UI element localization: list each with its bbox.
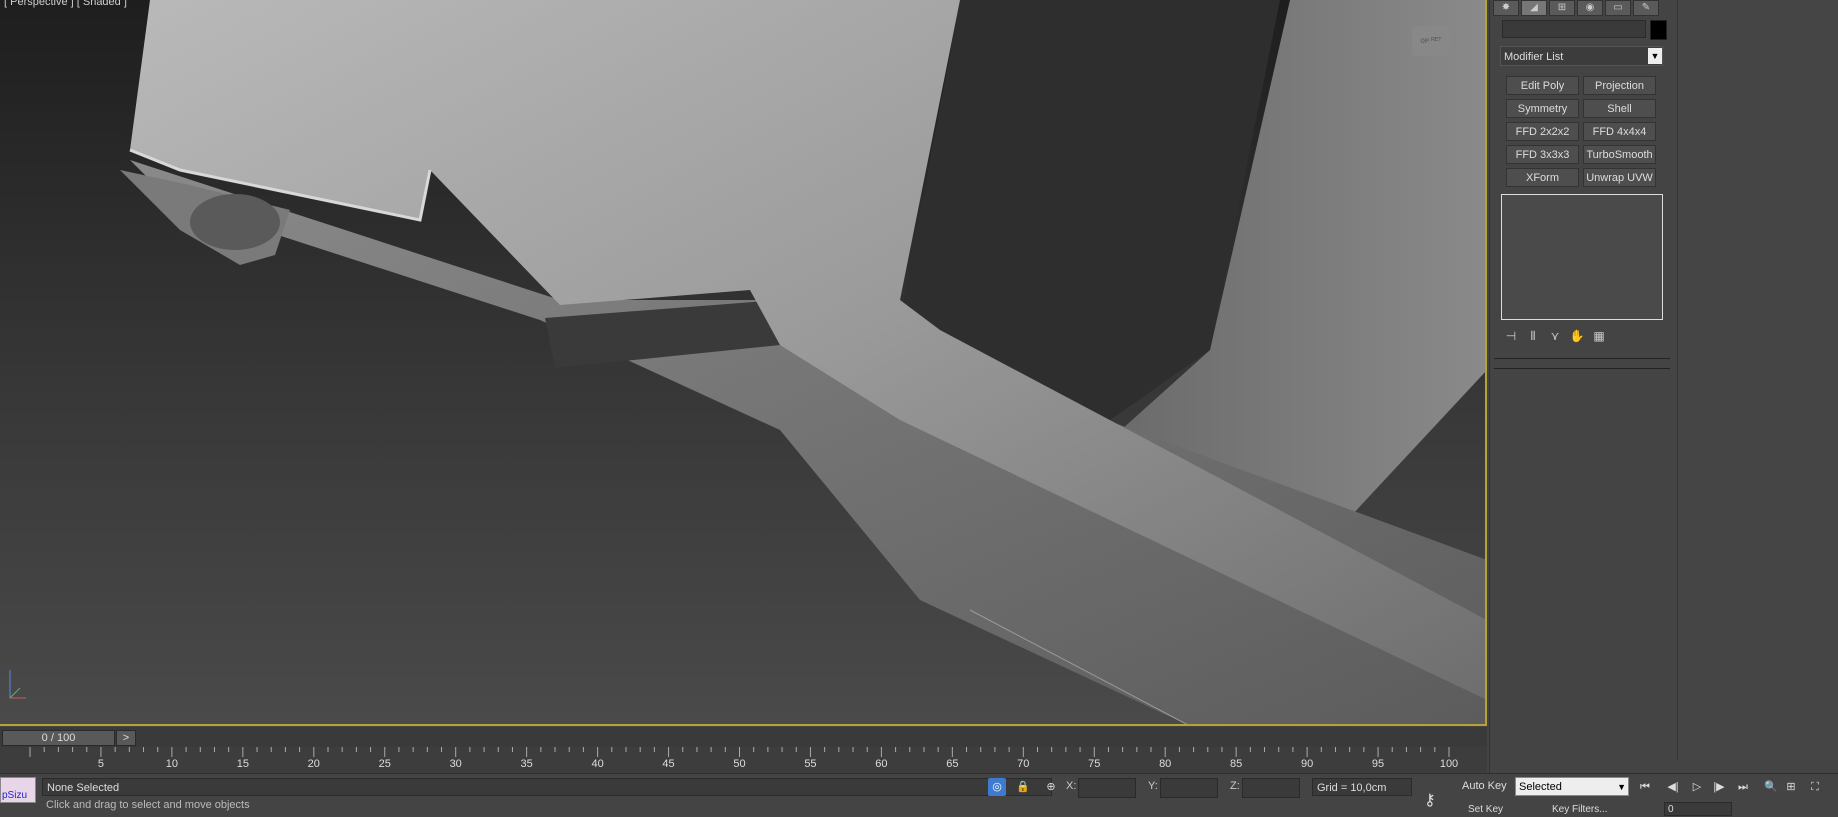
tick-label: 85 [1230,758,1243,770]
command-panel: ✸ ◢ ⊞ ◉ ▭ ✎ Modifier List ▼ Edit Poly Pr… [1489,0,1678,809]
motion-icon[interactable]: ◉ [1577,0,1603,16]
ffd-4x4x4-button[interactable]: FFD 4x4x4 [1583,122,1656,141]
zoom-extents-icon[interactable]: ⛶ [1806,780,1824,794]
shell-button[interactable]: Shell [1583,99,1656,118]
y-label: Y: [1148,780,1158,792]
modifier-list-dropdown[interactable]: Modifier List ▼ [1500,46,1663,66]
command-panel-tabs: ✸ ◢ ⊞ ◉ ▭ ✎ [1490,0,1681,16]
key-mode-dropdown[interactable]: Selected ▼ [1515,777,1629,796]
tick-label: 5 [97,758,104,770]
tick-label: 90 [1300,758,1314,770]
go-to-end-icon[interactable]: ⏭ [1734,780,1752,794]
perspective-viewport[interactable]: [ Perspective ] [ Shaded ] ᴏᴘ ᴿᴱᵀ [0,0,1487,726]
z-label: Z: [1230,780,1240,792]
ffd-3x3x3-button[interactable]: FFD 3x3x3 [1506,145,1579,164]
display-icon[interactable]: ▭ [1605,0,1631,16]
turbosmooth-button[interactable]: TurboSmooth [1583,145,1656,164]
tick-label: 10 [165,758,179,770]
tick-label: 80 [1159,758,1172,770]
xform-button[interactable]: XForm [1506,168,1579,187]
tick-label: 30 [449,758,462,770]
modify-icon[interactable]: ◢ [1521,0,1547,16]
tick-label: 70 [1017,758,1030,770]
absolute-mode-icon[interactable]: ⊕ [1042,778,1060,796]
ffd-2x2x2-button[interactable]: FFD 2x2x2 [1506,122,1579,141]
track-bar[interactable]: 5 10 15 20 25 30 35 40 45 50 55 60 65 70 75 80 85 90 95 100 [0,747,1487,773]
x-coordinate-field[interactable] [1078,778,1136,798]
set-key-icon[interactable]: ⚷ [1424,790,1452,809]
right-panel-area [1677,0,1838,760]
grid-size-display: Grid = 10,0cm [1312,778,1412,796]
tick-label: 40 [591,758,604,770]
tick-label: 35 [520,758,533,770]
auto-key-button[interactable]: Auto Key [1462,780,1507,792]
tick-label: 20 [307,758,320,770]
divider [1494,368,1670,369]
tick-label: 65 [946,758,959,770]
previous-frame-icon[interactable]: ◀| [1664,780,1682,794]
create-icon[interactable]: ✸ [1493,0,1519,16]
tick-label: 50 [733,758,746,770]
time-slider[interactable]: 0 / 100 > [0,727,1487,747]
lock-icon[interactable]: 🔒 [1014,778,1032,796]
tick-label: 15 [236,758,249,770]
pin-stack-icon[interactable]: ⊣ [1502,328,1520,344]
tick-label: 75 [1088,758,1101,770]
x-label: X: [1066,780,1077,792]
utilities-icon[interactable]: ✎ [1633,0,1659,16]
chevron-down-icon[interactable]: ▼ [1617,778,1626,797]
isolate-selection-icon[interactable]: ◎ [988,778,1006,796]
tick-label: 95 [1371,758,1385,770]
tick-label: 55 [804,758,817,770]
projection-button[interactable]: Projection [1583,76,1656,95]
status-line: None Selected [42,778,1052,796]
tick-label: 100 [1439,758,1459,770]
modifier-stack[interactable] [1501,194,1663,320]
modifier-buttons: Edit Poly Projection Symmetry Shell FFD … [1506,76,1656,187]
modifier-list-label: Modifier List [1504,51,1564,63]
viewport-label[interactable]: [ Perspective ] [ Shaded ] [4,0,127,8]
next-frame-button[interactable]: > [116,730,136,746]
edit-poly-button[interactable]: Edit Poly [1506,76,1579,95]
y-coordinate-field[interactable] [1160,778,1218,798]
key-filters-button[interactable]: Key Filters... [1552,804,1608,815]
tick-label: 45 [662,758,675,770]
play-icon[interactable]: ▷ [1688,780,1706,794]
go-to-start-icon[interactable]: ⏮ [1636,780,1654,794]
tick-label: 60 [875,758,888,770]
show-end-result-icon[interactable]: ⫴ [1524,328,1542,344]
unwrap-uvw-button[interactable]: Unwrap UVW [1583,168,1656,187]
z-coordinate-field[interactable] [1242,778,1300,798]
key-mode-value: Selected [1519,781,1562,793]
tick-label: 25 [378,758,391,770]
stack-tools: ⊣ ⫴ ⋎ ✋ ▦ [1502,328,1662,344]
next-frame-icon[interactable]: |▶ [1710,780,1728,794]
divider [1494,358,1670,359]
chevron-down-icon[interactable]: ▼ [1648,48,1662,64]
set-key-button[interactable]: Set Key [1468,804,1503,815]
time-slider-thumb[interactable]: 0 / 100 [2,730,115,746]
maxscript-listener[interactable]: pSizu [0,777,36,803]
zoom-icon[interactable]: 🔍 [1762,780,1780,794]
prompt-line: Click and drag to select and move object… [46,799,250,811]
configure-modifier-sets-icon[interactable]: ▦ [1590,328,1608,344]
object-color-swatch[interactable] [1650,20,1667,40]
zoom-all-icon[interactable]: ⊞ [1782,780,1800,794]
remove-modifier-icon[interactable]: ✋ [1568,328,1586,344]
current-frame-field[interactable]: 0 [1664,802,1732,816]
make-unique-icon[interactable]: ⋎ [1546,328,1564,344]
maxscript-listener-label: pSizu [2,790,28,801]
viewcube[interactable]: ᴏᴘ ᴿᴱᵀ [1412,26,1450,56]
viewport-model [120,0,1485,724]
symmetry-button[interactable]: Symmetry [1506,99,1579,118]
object-name-field[interactable] [1502,20,1646,38]
status-bar: pSizu None Selected Click and drag to se… [0,773,1838,816]
hierarchy-icon[interactable]: ⊞ [1549,0,1575,16]
